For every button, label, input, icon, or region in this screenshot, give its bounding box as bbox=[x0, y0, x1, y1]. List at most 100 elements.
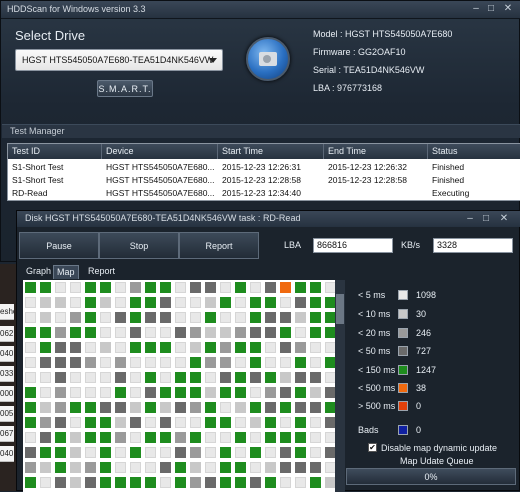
cell-status: Executing bbox=[432, 188, 470, 198]
map-block bbox=[25, 327, 36, 338]
map-block bbox=[325, 357, 335, 368]
map-scrollbar[interactable] bbox=[335, 280, 345, 492]
map-block bbox=[175, 297, 186, 308]
map-block bbox=[130, 477, 141, 488]
map-block bbox=[250, 447, 261, 458]
map-block bbox=[145, 417, 156, 428]
map-block bbox=[100, 387, 111, 398]
map-block bbox=[25, 477, 36, 488]
test-table: Test ID Device Start Time End Time Statu… bbox=[7, 143, 520, 201]
map-block bbox=[325, 462, 335, 473]
map-block bbox=[70, 447, 81, 458]
map-block bbox=[85, 327, 96, 338]
stop-button[interactable]: Stop bbox=[99, 232, 179, 259]
map-block bbox=[145, 357, 156, 368]
map-block bbox=[175, 327, 186, 338]
tab-report[interactable]: Report bbox=[85, 265, 118, 278]
legend-count: 38 bbox=[416, 383, 427, 393]
legend-swatch bbox=[398, 290, 408, 300]
map-block bbox=[220, 477, 231, 488]
map-block bbox=[205, 432, 216, 443]
map-block bbox=[205, 327, 216, 338]
cell-end-time bbox=[324, 187, 428, 199]
map-block bbox=[145, 312, 156, 323]
map-block bbox=[115, 297, 126, 308]
map-block bbox=[115, 342, 126, 353]
column-header-end-time[interactable]: End Time bbox=[324, 144, 428, 159]
maximize-icon[interactable]: □ bbox=[484, 3, 498, 16]
map-block bbox=[205, 417, 216, 428]
column-header-device[interactable]: Device bbox=[102, 144, 218, 159]
map-block bbox=[280, 447, 291, 458]
map-block bbox=[235, 417, 246, 428]
map-block bbox=[190, 372, 201, 383]
column-header-start-time[interactable]: Start Time bbox=[218, 144, 324, 159]
map-block bbox=[310, 387, 321, 398]
map-block bbox=[25, 432, 36, 443]
column-header-test-id[interactable]: Test ID bbox=[8, 144, 102, 159]
select-drive-label: Select Drive bbox=[15, 28, 86, 43]
tab-graph[interactable]: Graph bbox=[23, 265, 54, 278]
map-block bbox=[160, 297, 171, 308]
map-block bbox=[295, 327, 306, 338]
map-block bbox=[295, 447, 306, 458]
legend-swatch bbox=[398, 328, 408, 338]
map-block bbox=[280, 312, 291, 323]
map-block bbox=[310, 447, 321, 458]
legend-label: Bads bbox=[358, 425, 379, 435]
map-block bbox=[145, 372, 156, 383]
maximize-icon[interactable]: □ bbox=[479, 213, 493, 226]
smart-button[interactable]: S.M.A.R.T. bbox=[97, 80, 153, 97]
background-cell: 067 bbox=[0, 426, 14, 442]
test-manager-header: Test Manager bbox=[2, 124, 520, 138]
map-block bbox=[325, 477, 335, 488]
map-block bbox=[115, 372, 126, 383]
disable-dynamic-update-checkbox[interactable]: ✔ bbox=[368, 443, 377, 452]
cell-test-id: S1-Short Test bbox=[12, 175, 64, 185]
scrollbar-thumb[interactable] bbox=[336, 294, 344, 324]
map-block bbox=[70, 297, 81, 308]
column-header-status[interactable]: Status bbox=[428, 144, 520, 159]
cell-test-id: RD-Read bbox=[12, 188, 48, 198]
map-block bbox=[85, 447, 96, 458]
map-block bbox=[310, 417, 321, 428]
map-block bbox=[55, 417, 66, 428]
map-block bbox=[160, 432, 171, 443]
map-block bbox=[295, 417, 306, 428]
map-block bbox=[310, 327, 321, 338]
map-block bbox=[40, 372, 51, 383]
map-block bbox=[325, 417, 335, 428]
tab-map[interactable]: Map bbox=[53, 265, 79, 279]
map-block bbox=[160, 402, 171, 413]
map-block bbox=[85, 342, 96, 353]
background-cell: 000 bbox=[0, 386, 14, 402]
background-cell: 040 bbox=[0, 346, 14, 362]
cell-test-id: S1-Short Test bbox=[12, 162, 64, 172]
legend-label: < 20 ms bbox=[358, 328, 391, 338]
map-block bbox=[205, 402, 216, 413]
map-block bbox=[220, 372, 231, 383]
map-block bbox=[55, 432, 66, 443]
pause-button[interactable]: Pause bbox=[19, 232, 99, 259]
close-icon[interactable]: ✕ bbox=[497, 213, 511, 226]
minimize-icon[interactable]: – bbox=[469, 3, 483, 16]
drive-select[interactable]: HGST HTS545050A7E680-TEA51D4NK546VW bbox=[15, 49, 223, 71]
map-block bbox=[235, 387, 246, 398]
map-block bbox=[190, 387, 201, 398]
map-block bbox=[70, 462, 81, 473]
report-button[interactable]: Report bbox=[179, 232, 259, 259]
map-block bbox=[85, 372, 96, 383]
close-icon[interactable]: ✕ bbox=[501, 3, 515, 16]
map-block bbox=[295, 282, 306, 293]
map-block bbox=[175, 402, 186, 413]
map-block bbox=[250, 297, 261, 308]
map-block bbox=[115, 477, 126, 488]
map-block bbox=[85, 477, 96, 488]
map-block bbox=[100, 282, 111, 293]
minimize-icon[interactable]: – bbox=[463, 213, 477, 226]
map-block bbox=[235, 312, 246, 323]
map-block bbox=[280, 387, 291, 398]
map-block bbox=[70, 417, 81, 428]
legend-swatch bbox=[398, 383, 408, 393]
map-block bbox=[145, 432, 156, 443]
